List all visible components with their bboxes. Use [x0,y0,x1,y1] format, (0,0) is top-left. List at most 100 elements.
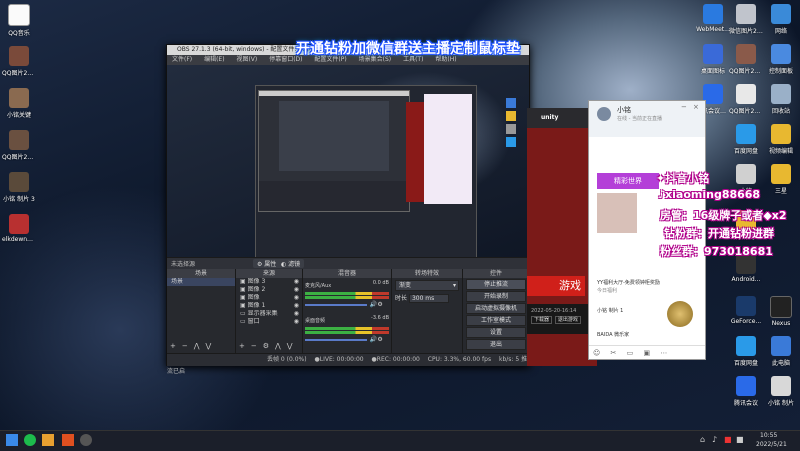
desktop-icon-image[interactable]: QQ图片20220518... [2,130,36,161]
desktop-icon-shortcut[interactable]: 桌面图标 [696,44,730,75]
scene-item[interactable]: 场景 [167,278,235,286]
eye-icon[interactable]: ◉ [294,286,299,294]
eye-icon[interactable]: ◉ [294,302,299,310]
studio-mode-button[interactable]: 工作室模式 [466,315,526,326]
emoji-icon[interactable]: ☺ [593,349,600,357]
desktop-icon-image[interactable]: QQ图片20220506... [2,46,36,77]
exit-game-link[interactable]: 退出游戏 [554,316,581,324]
desktop-icon-geforce[interactable]: GeForce... [729,296,763,325]
volume-slider[interactable] [305,339,367,341]
chat-header: 小铭 在线 - 当前正在直播 − × [589,101,705,137]
rec-time: REC: 00:00:00 [376,356,420,363]
source-item[interactable]: ▣ 图像 ◉ [236,294,302,302]
network-icon [771,4,791,24]
scissors-icon[interactable]: ✂ [611,349,617,357]
overlay-room-admin: 房管：16级牌子或者◆x2 [660,209,787,222]
desktop-icon-control-panel[interactable]: 控制面板 [764,44,798,75]
tray-app-icon[interactable]: ■ [724,435,732,444]
desktop-icon-baidu-netdisk[interactable]: 百度网盘 [729,124,763,155]
overlay-platform: ✦抖音小铭 [656,172,710,185]
source-item[interactable]: ▭ 显示器采集 ◉ [236,310,302,318]
source-item[interactable]: ▣ 图像 3 ◉ [236,278,302,286]
image-icon[interactable]: ▣ [644,349,651,357]
image-icon [736,84,756,104]
desktop-icon-network[interactable]: 网络 [764,4,798,35]
desktop-icon-this-pc[interactable]: 此电脑 [764,336,798,367]
source-item[interactable]: ▣ 图像 2 ◉ [236,286,302,294]
start-icon[interactable] [6,434,18,446]
chat-image[interactable] [597,193,637,233]
obs-icon[interactable] [80,434,92,446]
desktop-icon-image[interactable]: QQ图片202205... [729,84,763,115]
more-icon[interactable]: ⋯ [660,349,667,357]
desktop-icon-image[interactable]: 小铭关键 [2,88,36,119]
downloader-link[interactable]: 下载器 [531,316,553,324]
close-icon[interactable]: × [693,103,699,111]
app-icon [736,164,756,184]
menu-file[interactable]: 文件(F) [172,56,192,63]
wechat-icon[interactable] [24,434,36,446]
start-virtual-camera-button[interactable]: 启动虚拟摄像机 [466,303,526,314]
source-item[interactable]: ▭ 窗口 ◉ [236,318,302,326]
minimize-icon[interactable]: − [681,103,687,111]
add-scene-button[interactable]: + [170,342,176,350]
eye-icon[interactable]: ◉ [294,294,299,302]
menu-view[interactable]: 视图(V) [236,56,257,63]
settings-button[interactable]: 设置 [466,327,526,338]
move-down-button[interactable]: ⋁ [206,342,212,350]
move-down-button[interactable]: ⋁ [287,342,293,350]
stop-streaming-button[interactable]: 停止推流 [466,279,526,290]
duration-input[interactable]: 300 ms [408,294,449,303]
desktop-icon-image[interactable]: 小铭 制片 3 [2,172,36,203]
desktop-icon-folder[interactable]: 视频编辑 [764,124,798,155]
desktop-icon-recycle-bin[interactable]: 回收站 [764,84,798,115]
network-icon[interactable]: ⌂ [700,435,705,444]
cpu-usage: CPU: 3.3%, 60.00 fps [427,356,492,363]
desktop-icon-qq-music[interactable]: QQ音乐 [2,4,36,37]
scenes-dock: 场景 场景 + − ⋀ ⋁ [167,269,236,353]
folder-icon[interactable] [42,434,54,446]
clock-time[interactable]: 10:55 [760,432,777,439]
tray-app-icon[interactable]: ■ [736,435,744,444]
remove-scene-button[interactable]: − [182,342,188,350]
overlay-fan-group: 钻粉群：开通钻粉进群 [664,227,774,240]
desktop-icon-image[interactable]: QQ图片20211204... [729,44,763,75]
desktop-icon-image[interactable]: 微信图片20220509... [729,4,763,35]
game-start-button[interactable]: 游戏 [527,276,585,296]
desktop-icon-tencent-meeting[interactable]: 腾讯会议 [729,376,763,407]
start-recording-button[interactable]: 开始录制 [466,291,526,302]
app-icon[interactable] [62,434,74,446]
source-properties-button[interactable]: ⚙ [263,342,269,350]
clock-date[interactable]: 2022/5/21 [756,441,787,448]
move-up-button[interactable]: ⋀ [194,342,200,350]
gear-icon[interactable]: ⚙ [377,336,382,343]
channel-name: 桌面音频 [305,318,326,324]
volume-slider[interactable] [305,304,367,306]
chat-banner[interactable]: 精彩世界 [597,173,659,189]
eye-icon[interactable]: ◉ [294,310,299,318]
eye-icon[interactable]: ◉ [294,318,299,326]
desktop-icon-folder[interactable]: 三星 [764,164,798,195]
desktop-icon-image[interactable]: elkdewn82... [2,214,36,243]
chat-message: YY福利大厅-免费领钟柜奖励 [597,280,660,286]
app-icon [736,124,756,144]
gear-icon[interactable]: ⚙ [377,301,382,308]
move-up-button[interactable]: ⋀ [275,342,281,350]
add-source-button[interactable]: + [239,342,245,350]
exit-button[interactable]: 退出 [466,339,526,350]
menu-edit[interactable]: 编辑(E) [204,56,224,63]
eye-icon[interactable]: ◉ [294,278,299,286]
obs-window[interactable]: OBS 27.1.3 (64-bit, windows) - 配置文件: 未命名… [166,44,530,375]
desktop-icon-webmeet[interactable]: WebMeet... [696,4,730,33]
filters-button[interactable]: ◐ 滤镜 [277,259,305,268]
sparkle-icon: ✦ [656,172,666,185]
remove-source-button[interactable]: − [251,342,257,350]
game-window[interactable]: unity 游戏 2022-05-20-16:14 下载器 退出游戏 [527,108,597,366]
desktop-icon-shortcut[interactable]: 小铭 制片 [764,376,798,407]
source-item[interactable]: ▣ 图像 1 ◉ [236,302,302,310]
folder-icon[interactable]: ▭ [627,349,634,357]
desktop-icon-baidu-netdisk[interactable]: 百度网盘 [729,336,763,367]
speaker-icon[interactable]: ♪ [712,435,717,444]
transition-select[interactable]: 渐变 ▾ [395,280,459,291]
desktop-icon-nexus[interactable]: Nexus [764,296,798,327]
